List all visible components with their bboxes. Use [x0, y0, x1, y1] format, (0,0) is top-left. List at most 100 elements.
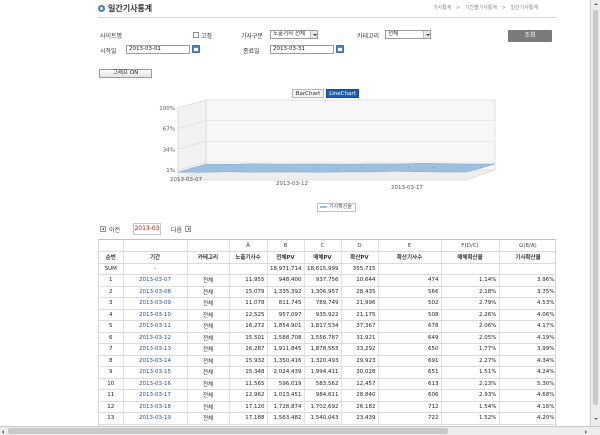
cell-no: 2	[99, 286, 124, 298]
cell-no: 3	[99, 297, 124, 310]
stats-table-container: A B C D E F(D/C) G(E/A) 순번 기간 카테고리 노출기사수…	[98, 239, 556, 427]
cell-date[interactable]: 2013-03-08	[123, 286, 188, 298]
chart-legend: 기사확산율	[317, 203, 356, 212]
prev-month-icon[interactable]	[100, 226, 106, 232]
cell-media-pv: 1,878,553	[304, 343, 342, 356]
series-point	[432, 167, 434, 169]
series-point	[384, 167, 386, 169]
cell-spread-articles: 678	[378, 320, 442, 333]
cell-media-spread-rate: 1.77%	[441, 343, 500, 356]
vertical-scrollbar[interactable]	[590, 0, 600, 426]
month-navigation: 이전 2013-03 다음	[0, 0, 600, 235]
cell-media-pv: 1,817,534	[304, 320, 342, 333]
cell-spread-articles: 691	[378, 355, 442, 367]
cell-no: 4	[99, 309, 124, 321]
cell-media-spread-rate: 1.14%	[441, 274, 500, 287]
cell-exposed-articles: 15,932	[229, 355, 268, 367]
series-point	[239, 167, 241, 169]
cell-category: 전체	[187, 343, 230, 356]
cell-spread-articles: 722	[378, 412, 442, 425]
cell-article-spread-rate: 4.24%	[499, 366, 555, 379]
cell-exposed-articles: 15,501	[229, 332, 268, 344]
series-point	[191, 167, 193, 169]
cell-spread-articles: 502	[378, 297, 442, 310]
horizontal-scroll-thumb[interactable]	[8, 428, 448, 434]
cell-media-pv: 583,562	[304, 378, 342, 390]
cell-date[interactable]: 2013-03-16	[123, 378, 188, 390]
column-header: 확산기사수	[378, 251, 442, 264]
column-header: 기간	[123, 251, 188, 264]
series-point	[287, 167, 289, 169]
table-row: 13 2013-03-19 전체 17,188 1,563,482 1,540,043 23…	[99, 412, 555, 425]
next-month-link[interactable]: 다음	[171, 225, 182, 234]
scroll-left-icon[interactable]	[0, 428, 7, 435]
cell-date[interactable]: 2013-03-19	[123, 412, 188, 425]
series-point	[456, 167, 458, 169]
cell-exposed-articles: 16,272	[229, 320, 268, 333]
cell-category: 전체	[187, 378, 230, 390]
cell-media-pv: 789,749	[304, 297, 342, 310]
cell-exposed-articles: 12,525	[229, 309, 268, 321]
sum-row: SUM - 18,971,714 18,615,999 355,715	[99, 263, 555, 275]
chart-back-wall	[205, 99, 496, 171]
next-month-icon[interactable]	[185, 226, 191, 232]
scroll-up-icon[interactable]	[592, 1, 600, 9]
cell-date[interactable]: 2013-03-07	[123, 274, 188, 287]
vertical-scroll-thumb[interactable]	[593, 10, 598, 405]
cell-date[interactable]: 2013-03-15	[123, 366, 188, 379]
cell-spread-pv: 21,175	[341, 309, 379, 321]
cell-category: 전체	[187, 412, 230, 425]
cell-spread-pv: 355,715	[341, 263, 379, 275]
prev-month-link[interactable]: 이전	[109, 225, 120, 234]
table-row: 5 2013-03-11 전체 16,272 1,854,901 1,817,534 37,…	[99, 320, 555, 333]
current-month: 2013-03	[133, 223, 161, 235]
cell-exposed-articles	[229, 263, 268, 275]
table-row: 2 2013-03-08 전체 15,079 1,335,392 1,306,957 28,…	[99, 286, 555, 298]
cell-category: 전체	[187, 274, 230, 287]
cell-exposed-articles: 17,188	[229, 412, 268, 425]
cell-category: 전체	[187, 366, 230, 379]
column-header: 순번	[99, 251, 124, 264]
cell-no: 6	[99, 332, 124, 344]
cell-date[interactable]: 2013-03-12	[123, 332, 188, 344]
cell-media-spread-rate: 2.18%	[441, 286, 500, 298]
cell-date[interactable]: 2013-03-14	[123, 355, 188, 367]
cell-no: 5	[99, 320, 124, 333]
cell-spread-articles: 712	[378, 401, 442, 413]
cell-date[interactable]: 2013-03-09	[123, 297, 188, 310]
cell-exposed-articles: 15,079	[229, 286, 268, 298]
column-letter: G(E/A)	[499, 240, 555, 252]
column-letter	[123, 240, 188, 252]
cell-total-pv: 811,745	[267, 297, 305, 310]
table-row: 10 2013-03-16 전체 11,565 596,019 583,562 12,457…	[99, 378, 555, 390]
cell-date[interactable]: 2013-03-13	[123, 343, 188, 356]
cell-article-spread-rate: 3.96%	[499, 274, 555, 287]
cell-no: SUM	[99, 263, 124, 275]
cell-date: -	[123, 263, 188, 275]
legend-label: 기사확산율	[329, 204, 353, 210]
cell-media-spread-rate: 2.05%	[441, 332, 500, 344]
cell-total-pv: 596,019	[267, 378, 305, 390]
cell-category	[187, 263, 230, 275]
table-row: 11 2013-03-17 전체 12,962 1,013,451 984,611 28,8…	[99, 389, 555, 402]
x-tick-label: 2013-03-17	[391, 185, 423, 191]
cell-article-spread-rate: 4.20%	[499, 412, 555, 425]
cell-date[interactable]: 2013-03-18	[123, 401, 188, 413]
cell-no: 10	[99, 378, 124, 390]
cell-media-pv: 1,320,493	[304, 355, 342, 367]
scroll-right-icon[interactable]	[583, 428, 590, 435]
chart-series	[177, 163, 496, 173]
chart-area: BarChart LineChart 100% 67% 34% 1% 2013-03-…	[0, 0, 600, 220]
cell-category: 전체	[187, 401, 230, 413]
cell-date[interactable]: 2013-03-17	[123, 389, 188, 402]
cell-date[interactable]: 2013-03-11	[123, 320, 188, 333]
cell-date[interactable]: 2013-03-10	[123, 309, 188, 321]
table-row: 1 2013-03-07 전체 11,955 948,400 937,756 10,644 4…	[99, 274, 555, 287]
horizontal-scrollbar[interactable]	[0, 426, 600, 435]
column-header: 매체확산율	[441, 251, 500, 264]
cell-media-pv: 935,922	[304, 309, 342, 321]
scroll-down-icon[interactable]	[592, 416, 600, 424]
column-header: 매체PV	[304, 251, 342, 264]
cell-total-pv: 948,400	[267, 274, 305, 287]
cell-article-spread-rate: 4.53%	[499, 297, 555, 310]
